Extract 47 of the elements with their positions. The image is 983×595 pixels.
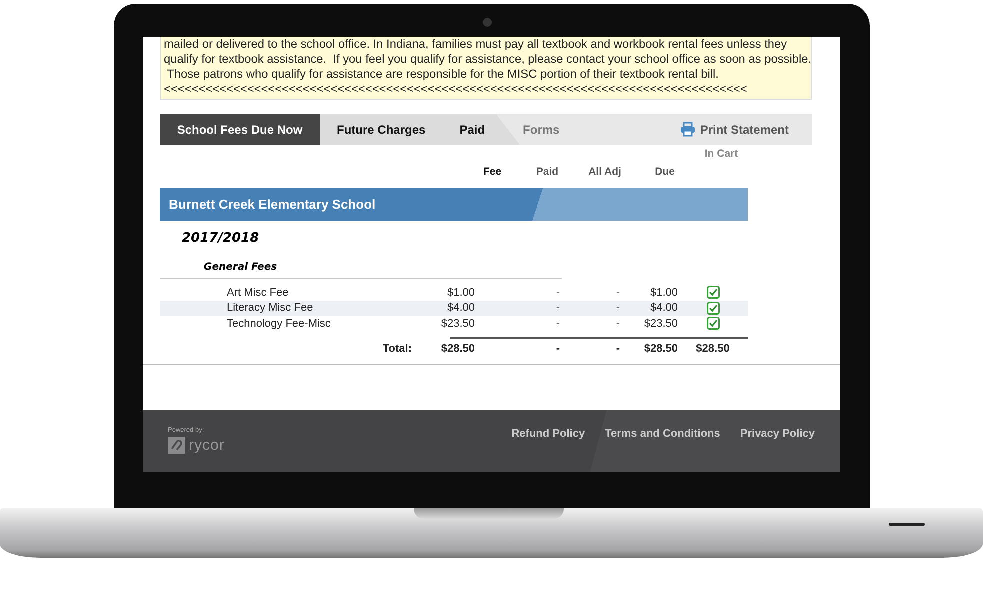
table-cell-text: - — [555, 318, 560, 330]
notice-text: <<<<<<<<<<<<<<<<<<<<<<<<<<<<<<<<<<<<<<<<<<<<<<<<<<<<<<<<<<<<<<<<<<<<<<<<<<<<<<<<<<<< — [164, 82, 748, 97]
table-cell-text: $1.00 — [446, 286, 475, 299]
column-header: Fee — [482, 166, 503, 178]
fee-name: Technology Fee-Misc — [226, 318, 332, 330]
footer-link[interactable]: Terms and Conditions — [605, 428, 720, 440]
table-cell-text: - — [615, 286, 620, 299]
checkbox[interactable] — [706, 286, 720, 300]
printer-icon — [680, 122, 696, 137]
table-cell-text: - — [615, 342, 620, 354]
school-name: Burnett Creek Elementary School — [169, 197, 376, 212]
table-cell-text: $28.50 — [695, 342, 731, 354]
print-statement-button[interactable]: Print Statement — [674, 121, 795, 138]
column-header: Due — [654, 166, 676, 178]
footer-link[interactable]: Privacy Policy — [740, 428, 815, 440]
footer-link[interactable]: Refund Policy — [512, 428, 586, 440]
table-cell-text: - — [555, 302, 560, 314]
column-header: All Adj — [588, 166, 622, 178]
notice-text: Those patrons who qualify for assistance are responsible for the MISC portion of their textbook rental bill. — [166, 67, 720, 82]
column-header: Paid — [535, 166, 560, 178]
table-cell-text: - — [615, 302, 620, 314]
table-cell-text: $1.00 — [649, 286, 678, 299]
table-cell-text: - — [555, 286, 560, 299]
column-header: In Cart — [704, 148, 740, 160]
tab[interactable]: Paid — [442, 114, 502, 145]
fee-group-title: General Fees — [203, 261, 278, 274]
table-cell-text: $4.00 — [649, 302, 678, 314]
tab[interactable]: Future Charges — [320, 114, 443, 145]
checkbox[interactable] — [706, 302, 720, 315]
fee-name: Literacy Misc Fee — [226, 302, 314, 314]
notice-text: mailed or delivered to the school office. In Indiana, families must pay all textbook and workbook rental fees unless they — [164, 37, 788, 52]
camera-icon — [483, 18, 492, 27]
table-cell-text: $4.00 — [446, 302, 475, 314]
table-cell-text: - — [615, 318, 620, 330]
total-label: Total: — [382, 342, 413, 354]
fee-name: Art Misc Fee — [226, 286, 290, 299]
school-year: 2017/2018 — [181, 230, 260, 248]
table-cell-text: $28.50 — [643, 342, 678, 354]
checkbox[interactable] — [706, 317, 720, 330]
table-cell-text: - — [555, 342, 560, 354]
table-cell-text: $23.50 — [643, 318, 678, 330]
logo-icon — [168, 437, 185, 454]
table-cell-text: $28.50 — [440, 342, 475, 354]
table-cell-text: $23.50 — [440, 318, 475, 330]
brand-name: rycor — [189, 437, 225, 454]
tab[interactable]: School Fees Due Now — [160, 114, 320, 145]
notice-text: qualify for textbook assistance. If you feel you qualify for assistance, please contact your school office as soon as possible. — [164, 52, 809, 67]
